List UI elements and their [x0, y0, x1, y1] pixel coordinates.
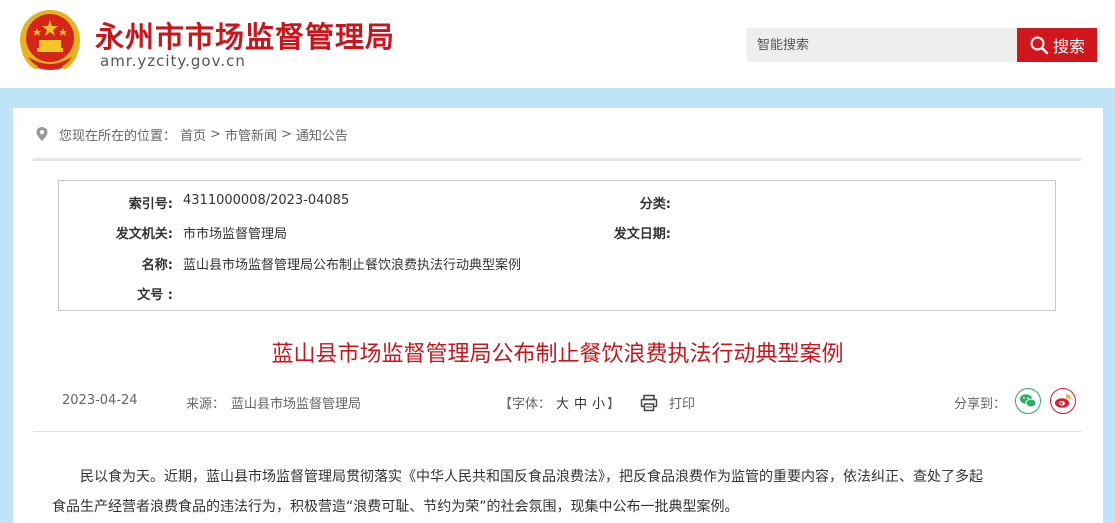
name-label: 名称: [141, 258, 173, 273]
font-medium-button[interactable]: 中 [574, 393, 587, 412]
printer-icon[interactable] [640, 394, 658, 412]
source-label: 来源： [186, 397, 226, 412]
search-input[interactable] [747, 28, 1017, 62]
source-value: 蓝山县市场监督管理局 [231, 397, 362, 412]
location-pin-icon [36, 127, 48, 141]
article-paragraph-line-2: 食品生产经营者浪费食品的违法行为，积极营造“浪费可耻、节约为荣”的社会氛围，现集… [52, 499, 739, 515]
search-bar: 搜索 [747, 28, 1097, 62]
issuer-value: 市市场监督管理局 [183, 227, 288, 242]
print-link[interactable]: 打印 [669, 393, 695, 412]
wechat-icon[interactable] [1015, 388, 1041, 414]
national-emblem-icon[interactable] [15, 6, 85, 76]
publish-date: 2023-04-24 [62, 393, 138, 408]
breadcrumb-divider [33, 158, 1081, 161]
issuer-label: 发文机关: [115, 227, 173, 242]
docno-label: 文号 : [137, 288, 173, 303]
breadcrumb-separator: > [280, 126, 292, 142]
font-size-label: 【字体： [499, 397, 552, 412]
weibo-icon[interactable] [1050, 388, 1076, 414]
magnifier-icon [1030, 36, 1049, 55]
date-label: 发文日期: [613, 227, 671, 242]
site-url: amr.yzcity.gov.cn [100, 52, 246, 70]
site-header: 永州市市场监督管理局 amr.yzcity.gov.cn 搜索 [0, 0, 1115, 88]
site-title[interactable]: 永州市市场监督管理局 [95, 14, 395, 56]
font-small-button[interactable]: 小 [592, 393, 605, 412]
search-button-label: 搜索 [1052, 37, 1085, 56]
index-value: 4311000008/2023-04085 [183, 193, 350, 208]
content-panel [13, 108, 1103, 523]
category-label: 分类: [639, 197, 671, 212]
article-info-bar: 2023-04-24 来源： 蓝山县市场监督管理局 【字体： 大 中 小 】 打… [33, 385, 1081, 417]
share-label: 分享到： [954, 397, 1007, 412]
breadcrumb-notice-link[interactable]: 通知公告 [296, 125, 348, 144]
name-value: 蓝山县市场监督管理局公布制止餐饮浪费执法行动典型案例 [183, 258, 522, 273]
breadcrumb-separator: > [210, 126, 221, 142]
article-title: 蓝山县市场监督管理局公布制止餐饮浪费执法行动典型案例 [271, 342, 844, 367]
index-label: 索引号: [128, 197, 173, 212]
search-button[interactable]: 搜索 [1017, 28, 1097, 62]
breadcrumb: 您现在所在的位置： 首页 > 市管新闻 > 通知公告 [35, 124, 352, 144]
font-size-close: 】 [607, 397, 621, 412]
breadcrumb-news-link[interactable]: 市管新闻 [225, 125, 277, 144]
info-divider [33, 431, 1081, 432]
breadcrumb-home-link[interactable]: 首页 [180, 125, 206, 144]
font-large-button[interactable]: 大 [556, 393, 569, 412]
article-paragraph-line-1: 民以食为天。近期，蓝山县市场监督管理局贯彻落实《中华人民共和国反食品浪费法》，把… [80, 469, 983, 485]
breadcrumb-prefix: 您现在所在的位置： [59, 128, 177, 144]
